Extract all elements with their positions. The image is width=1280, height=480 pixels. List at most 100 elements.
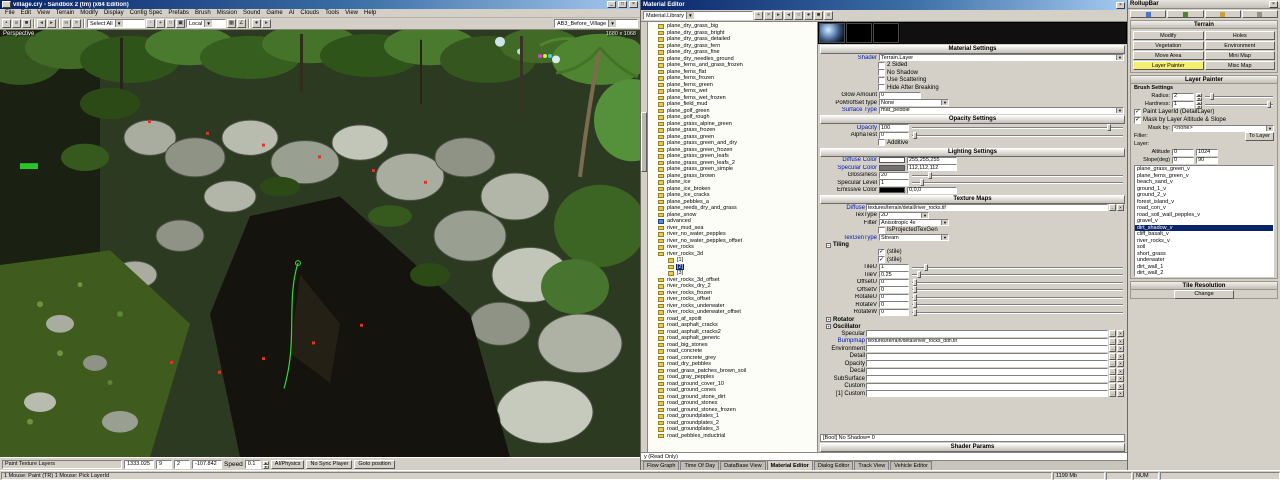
terrain-group-header[interactable]: Terrain [1131, 21, 1277, 29]
texture-path-field[interactable] [866, 390, 1108, 397]
editor-tab[interactable]: Vehicle Editor [890, 461, 932, 470]
snap-angle-icon[interactable]: ∠ [237, 19, 246, 28]
menu-item[interactable]: Brush [192, 10, 214, 16]
offsetu-slider[interactable] [911, 279, 1124, 286]
material-editor-close-icon[interactable]: × [1116, 2, 1125, 9]
clear-icon[interactable]: × [1117, 390, 1124, 397]
editor-tab[interactable]: Dialog Editor [814, 461, 854, 470]
to-layer-button[interactable]: To Layer [1245, 132, 1274, 141]
terrain-tool-button[interactable]: Holes [1205, 31, 1276, 40]
no-sync-player-button[interactable]: No Sync Player [306, 460, 352, 469]
material-preview-slot[interactable] [873, 23, 899, 43]
projected-texgen-checkbox[interactable] [878, 227, 885, 234]
glossiness-slider[interactable] [911, 172, 1124, 179]
get-from-selection-icon[interactable]: ◂ [784, 11, 793, 20]
simulation-icon[interactable]: ▸ [262, 19, 271, 28]
editor-tab[interactable]: Flow Graph [643, 461, 679, 470]
menu-item[interactable]: Config Spec [127, 10, 166, 16]
pom-offset-dropdown[interactable]: None▼ [879, 99, 949, 106]
editor-tab[interactable]: Track View [854, 461, 889, 470]
emissive-color-value[interactable]: 0,0,0 [907, 187, 957, 194]
menu-item[interactable]: Prefabs [165, 10, 192, 16]
oscillator-section-header[interactable]: +Oscillator [818, 323, 1127, 330]
close-button[interactable]: × [629, 1, 638, 8]
select-icon[interactable]: ◦ [146, 19, 155, 28]
rollup-tab-layers[interactable] [1242, 10, 1278, 18]
offsetv-field[interactable]: 0 [879, 286, 909, 293]
collapse-icon[interactable]: − [826, 243, 831, 248]
clear-icon[interactable]: × [1117, 204, 1124, 211]
editor-tab[interactable]: Material Editor [767, 460, 813, 470]
scrollbar-thumb[interactable] [641, 112, 647, 172]
save-library-icon[interactable]: ■ [814, 11, 823, 20]
scale-icon[interactable]: ▣ [176, 19, 185, 28]
new-icon[interactable]: ▪ [2, 19, 11, 28]
viewport-3d[interactable]: Perspective 1680 x 1068 [0, 30, 640, 457]
move-icon[interactable]: + [156, 19, 165, 28]
slope-min-field[interactable]: 0 [1172, 157, 1194, 164]
coords-combo[interactable]: Local▼ [186, 19, 226, 28]
ai-physics-button[interactable]: AI/Physics [271, 460, 305, 469]
texture-path-field[interactable] [866, 368, 1108, 375]
browse-icon[interactable]: … [1109, 375, 1116, 382]
shader-params-header[interactable]: Shader Params [820, 443, 1125, 452]
editor-tab[interactable]: DataBase View [720, 461, 766, 470]
texture-path-field[interactable] [866, 375, 1108, 382]
material-library-combo[interactable]: Material.Library▼ [643, 11, 753, 20]
glossiness-field[interactable]: 20 [879, 172, 909, 179]
camera-label[interactable]: Perspective [3, 31, 34, 37]
rotator-section-header[interactable]: +Rotator [818, 316, 1127, 323]
filter-dropdown[interactable]: Anisotropic 4x▼ [879, 219, 949, 226]
rollup-tab-objects[interactable] [1130, 10, 1166, 18]
two-sided-checkbox[interactable] [878, 62, 885, 69]
texture-path-field[interactable] [866, 353, 1108, 360]
texture-path-field[interactable] [866, 330, 1108, 337]
tileu-field[interactable]: 1 [879, 264, 909, 271]
alphatest-field[interactable]: 0 [879, 132, 909, 139]
altitude-max-field[interactable]: 1024 [1196, 149, 1218, 156]
rotatew-field[interactable]: 0 [879, 309, 909, 316]
menu-item[interactable]: Help [361, 10, 379, 16]
specular-color-value[interactable]: 112,112,112 [907, 164, 957, 171]
save-icon[interactable]: ■ [22, 19, 31, 28]
surface-type-dropdown[interactable]: mat_pebble▼ [879, 107, 1124, 114]
menu-item[interactable]: Tools [322, 10, 342, 16]
menu-item[interactable]: Edit [18, 10, 34, 16]
terrain-tool-button[interactable]: Vegetation [1133, 41, 1204, 50]
layer-painter-header[interactable]: Layer Painter [1131, 76, 1277, 84]
diffuse-map-field[interactable]: textures/terrain/detail/river_rocks.tif [866, 204, 1108, 211]
rollup-tab-terrain[interactable] [1167, 10, 1203, 18]
pos-x-field[interactable]: 1333.025 [124, 460, 154, 469]
rotateu-field[interactable]: 0 [879, 294, 909, 301]
texture-path-field[interactable] [866, 360, 1108, 367]
browse-icon[interactable]: … [1109, 360, 1116, 367]
opacity-field[interactable]: 100 [879, 124, 909, 131]
menu-item[interactable]: Terrain [53, 10, 77, 16]
physics-icon[interactable]: ● [252, 19, 261, 28]
minimize-button[interactable]: _ [607, 1, 616, 8]
hide-after-breaking-checkbox[interactable] [878, 84, 885, 91]
terrain-tool-button[interactable]: Misc Map [1205, 61, 1276, 70]
expand-icon[interactable]: + [826, 324, 831, 329]
rollup-close-icon[interactable]: × [1269, 1, 1278, 8]
rotatew-slider[interactable] [911, 309, 1124, 316]
radius-slider[interactable] [1204, 93, 1274, 100]
tilev-field[interactable]: 0.25 [879, 271, 909, 278]
menu-item[interactable]: Modify [77, 10, 101, 16]
browse-icon[interactable]: … [1109, 338, 1116, 345]
diffuse-color-swatch[interactable] [879, 157, 905, 163]
specular-level-field[interactable]: 1 [879, 179, 909, 186]
delete-material-icon[interactable]: × [764, 11, 773, 20]
shader-dropdown[interactable]: Terrain.Layer▼ [879, 54, 1124, 61]
menu-item[interactable]: File [2, 10, 18, 16]
terrain-tool-button[interactable]: Environment [1205, 41, 1276, 50]
mask-by-dropdown[interactable]: <none>▼ [1172, 125, 1274, 132]
undo-icon[interactable]: ◂ [37, 19, 46, 28]
tile-v-checkbox[interactable] [878, 256, 885, 263]
material-tree-item[interactable]: road_pebbles_inductrial [648, 433, 817, 440]
add-material-icon[interactable]: + [754, 11, 763, 20]
texture-path-field[interactable]: textures/terrain/detail/river_rocks_ddn.… [866, 338, 1108, 345]
rollup-tab-display[interactable] [1205, 10, 1241, 18]
change-resolution-button[interactable]: Change [1174, 290, 1234, 299]
diffuse-color-value[interactable]: 255,255,255 [907, 157, 957, 164]
